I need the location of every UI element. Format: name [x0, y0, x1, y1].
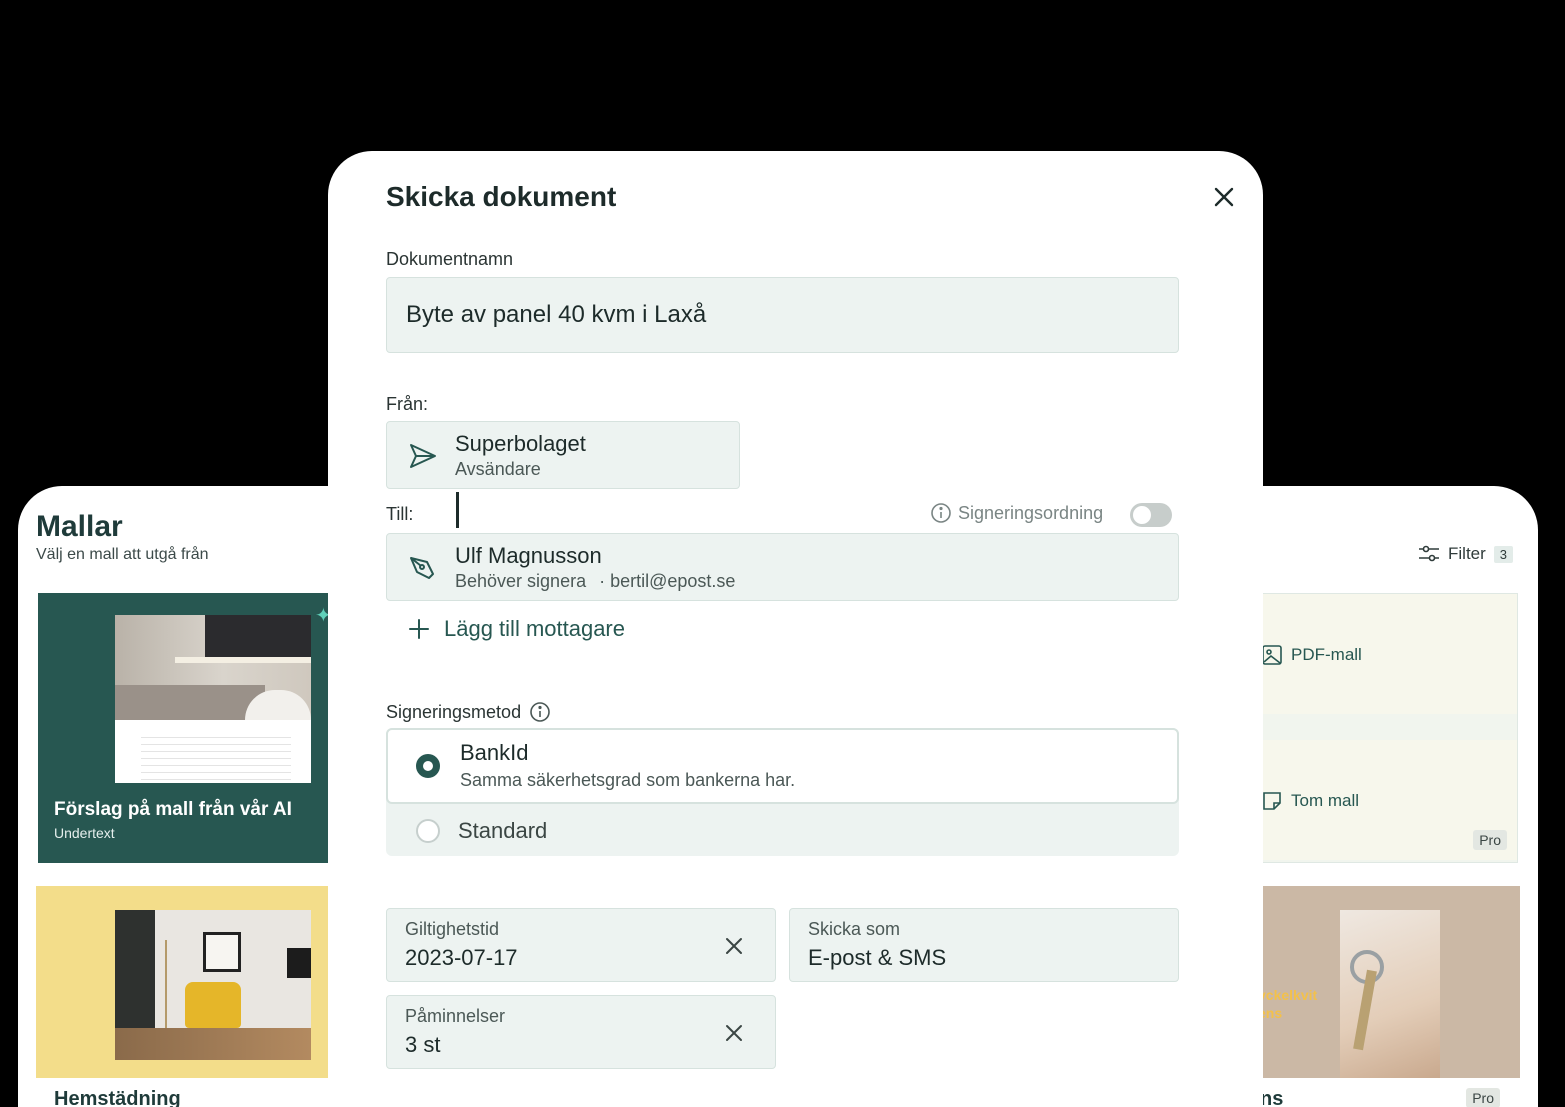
living-room-preview-image: [115, 910, 311, 1060]
bankid-radio[interactable]: [416, 754, 440, 778]
templates-title: Mallar: [36, 510, 123, 543]
bankid-description: Samma säkerhetsgrad som bankerna har.: [460, 770, 796, 790]
recipient-field[interactable]: Ulf Magnusson Behöver signera · bertil@e…: [386, 533, 1179, 601]
add-recipient-label: Lägg till mottagare: [444, 616, 625, 641]
validity-value: 2023-07-17: [405, 945, 518, 970]
recipient-email: · bertil@epost.se: [599, 571, 736, 591]
home-card-footer: Hemstädning: [36, 1078, 358, 1107]
keys-template-card[interactable]: yckelkvit ens ittens Pro: [1230, 886, 1520, 1107]
close-icon: [1214, 187, 1234, 207]
filter-label: Filter: [1448, 544, 1486, 563]
clear-icon[interactable]: [723, 935, 745, 957]
pdf-template-option[interactable]: PDF-mall: [1231, 594, 1517, 714]
keys-preview-image: [1340, 910, 1440, 1078]
sliders-icon: [1419, 545, 1439, 562]
clear-icon[interactable]: [723, 1022, 745, 1044]
filter-count-badge: 3: [1493, 545, 1514, 563]
standard-title: Standard: [458, 818, 548, 843]
ai-template-card[interactable]: ✦ Förslag på mall från vår AI Undertext: [38, 593, 358, 863]
signing-method-label: Signeringsmetod: [386, 701, 522, 722]
reminders-label: Påminnelser: [405, 1006, 506, 1026]
blank-template-option[interactable]: Tom mall Pro: [1231, 740, 1517, 860]
ai-card-title: Förslag på mall från vår AI: [54, 799, 292, 820]
signing-method-group: BankId Samma säkerhetsgrad som bankerna …: [386, 728, 1179, 856]
add-recipient-button[interactable]: Lägg till mottagare: [408, 616, 625, 642]
sender-role: Avsändare: [455, 459, 541, 479]
toggle-knob: [1133, 506, 1151, 524]
filter-button[interactable]: Filter 3: [1418, 544, 1514, 564]
pen-nib-icon: [410, 557, 434, 579]
standard-radio[interactable]: [416, 819, 440, 843]
ai-card-subtext: Undertext: [54, 825, 115, 841]
send-as-field[interactable]: Skicka som E-post & SMS: [789, 908, 1179, 982]
send-icon: [410, 444, 436, 468]
signing-order-label-group: Signeringsordning: [930, 502, 1103, 524]
bankid-title: BankId: [460, 740, 529, 765]
send-as-value: E-post & SMS: [808, 945, 947, 970]
templates-subtitle: Välj en mall att utgå från: [36, 546, 209, 563]
signing-order-label: Signeringsordning: [958, 502, 1104, 523]
recipient-details: Behöver signera · bertil@epost.se: [455, 571, 735, 592]
send-document-modal: Skicka dokument Dokumentnamn Från: Super…: [328, 151, 1263, 1107]
close-button[interactable]: [1208, 181, 1240, 213]
blank-template-label: Tom mall: [1291, 791, 1360, 810]
document-name-label: Dokumentnamn: [386, 249, 514, 269]
sender-field[interactable]: Superbolaget Avsändare: [386, 421, 740, 489]
bathroom-preview-image: [115, 615, 311, 785]
blank-note-icon: [1263, 792, 1281, 810]
validity-label: Giltighetstid: [405, 919, 500, 939]
recipient-name: Ulf Magnusson: [455, 543, 602, 568]
text-cursor: [456, 492, 459, 528]
templates-panel-left: Mallar Välj en mall att utgå från ✦ Förs…: [18, 486, 358, 1107]
ai-card-footer: Förslag på mall från vår AI Undertext: [38, 783, 358, 863]
keys-card-footer: ittens Pro: [1230, 1078, 1520, 1107]
reminders-field[interactable]: Påminnelser 3 st: [386, 995, 776, 1069]
templates-panel-right: Filter 3 PDF-mall Tom mall Pro yckelkvit…: [1230, 486, 1538, 1107]
pro-badge: Pro: [1473, 830, 1507, 850]
recipient-status: Behöver signera: [455, 571, 587, 591]
info-icon: [530, 702, 550, 722]
validity-field[interactable]: Giltighetstid 2023-07-17: [386, 908, 776, 982]
keys-card-overlay-text: yckelkvit ens: [1258, 987, 1318, 1021]
home-card-title: Hemstädning: [54, 1088, 181, 1107]
template-options: PDF-mall Tom mall Pro: [1230, 593, 1518, 863]
reminders-value: 3 st: [405, 1032, 441, 1057]
modal-title: Skicka dokument: [386, 181, 617, 212]
bankid-option[interactable]: BankId Samma säkerhetsgrad som bankerna …: [386, 728, 1179, 804]
to-label: Till:: [386, 504, 414, 524]
info-icon: [931, 503, 951, 523]
standard-option[interactable]: Standard: [386, 806, 1179, 856]
send-as-label: Skicka som: [808, 919, 901, 939]
from-label: Från:: [386, 394, 429, 414]
signing-method-heading: Signeringsmetod: [386, 701, 551, 723]
signing-order-toggle[interactable]: [1130, 503, 1172, 527]
home-cleaning-template-card[interactable]: Hemstädning: [36, 886, 358, 1107]
plus-icon: [409, 619, 429, 639]
document-name-input[interactable]: [386, 277, 1179, 353]
pdf-template-label: PDF-mall: [1291, 645, 1362, 664]
sender-name: Superbolaget: [455, 431, 586, 456]
image-icon: [1262, 645, 1282, 665]
pro-badge: Pro: [1466, 1088, 1500, 1107]
